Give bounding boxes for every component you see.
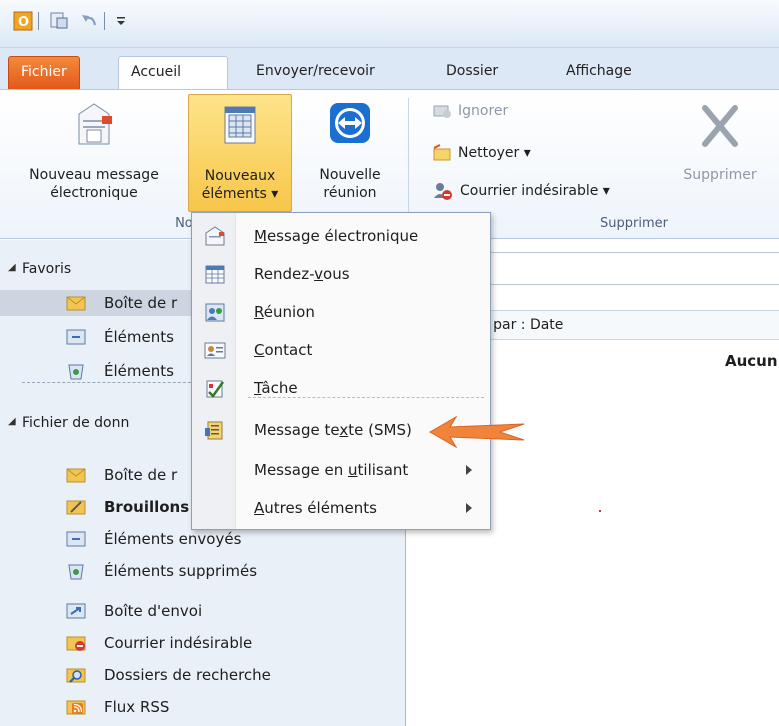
- title-bar: O: [0, 0, 779, 48]
- favorites-header[interactable]: Favoris: [22, 258, 71, 280]
- tab-view[interactable]: Affichage: [554, 56, 644, 90]
- contact-card-icon: [204, 342, 226, 359]
- data-file-header[interactable]: Fichier de donn: [22, 412, 129, 434]
- ignore-button[interactable]: Ignorer: [432, 100, 508, 122]
- menu-item-meeting[interactable]: Réunion: [192, 293, 490, 331]
- teamviewer-icon: [327, 100, 373, 151]
- new-items-dropdown: Message électronique Rendez-vous Réunion…: [191, 212, 491, 530]
- svg-text:O: O: [18, 15, 29, 30]
- send-receive-all-icon[interactable]: [48, 10, 70, 32]
- clean-up-icon: [433, 144, 451, 161]
- delete-x-icon: [697, 100, 743, 155]
- inbox-folder-icon: [66, 296, 86, 311]
- tab-send-receive[interactable]: Envoyer/recevoir: [244, 56, 387, 90]
- menu-item-other-items[interactable]: Autres éléments: [192, 489, 490, 527]
- tab-file[interactable]: Fichier: [8, 56, 80, 90]
- menu-item-appointment[interactable]: Rendez-vous: [192, 255, 490, 293]
- sent-folder-icon: [66, 329, 86, 345]
- new-items-icon: [217, 101, 263, 156]
- tab-home[interactable]: Accueil: [118, 56, 228, 90]
- sms-icon: [205, 421, 223, 440]
- deleted-items-icon: [68, 364, 84, 380]
- new-email-button[interactable]: Nouveau message électronique: [2, 94, 186, 212]
- search-folder-icon: [66, 668, 86, 683]
- outbox-icon: [66, 603, 86, 619]
- menu-item-email-message[interactable]: Message électronique: [192, 217, 490, 255]
- menu-item-message-using[interactable]: Message en utilisant: [192, 451, 490, 489]
- submenu-arrow-icon: [466, 503, 472, 513]
- tab-folder[interactable]: Dossier: [434, 56, 510, 90]
- inbox-folder-icon: [66, 468, 86, 483]
- drafts-icon: [66, 500, 86, 515]
- outlook-window: O Fichier Accueil Envoyer/recevoir Dossi…: [0, 0, 779, 726]
- delete-button[interactable]: Supprimer: [670, 94, 770, 212]
- sent-folder-icon: [66, 531, 86, 547]
- menu-item-contact[interactable]: Contact: [192, 331, 490, 369]
- collapse-favorites-icon[interactable]: ◢: [8, 262, 16, 273]
- collapse-data-file-icon[interactable]: ◢: [8, 416, 16, 427]
- outlook-logo-icon: O: [12, 10, 34, 32]
- clean-up-button[interactable]: Nettoyer ▾: [432, 142, 531, 164]
- junk-folder-icon: [66, 636, 86, 651]
- deleted-items-icon: [68, 564, 84, 580]
- customize-quick-access-icon[interactable]: [110, 10, 132, 32]
- menu-separator: [248, 397, 484, 398]
- annotation-arrow-icon: [428, 415, 525, 449]
- ignore-icon: [433, 105, 451, 118]
- empty-list-text: Aucun: [725, 352, 778, 370]
- junk-button[interactable]: Courrier indésirable ▾: [432, 180, 610, 202]
- menu-item-task[interactable]: Tâche: [192, 369, 490, 407]
- task-icon: [206, 380, 225, 398]
- submenu-arrow-icon: [466, 465, 472, 475]
- new-email-icon: [69, 100, 119, 155]
- rss-icon: [66, 700, 86, 715]
- email-message-icon: [205, 226, 225, 246]
- meeting-icon: [205, 303, 225, 322]
- undo-icon[interactable]: [78, 10, 100, 32]
- new-meeting-button[interactable]: Nouvelle réunion: [300, 94, 400, 212]
- new-items-button[interactable]: Nouveaux éléments ▾: [188, 94, 292, 212]
- ribbon-tabs: Fichier Accueil Envoyer/recevoir Dossier…: [0, 48, 779, 90]
- calendar-icon: [205, 265, 225, 284]
- junk-icon: [434, 183, 452, 200]
